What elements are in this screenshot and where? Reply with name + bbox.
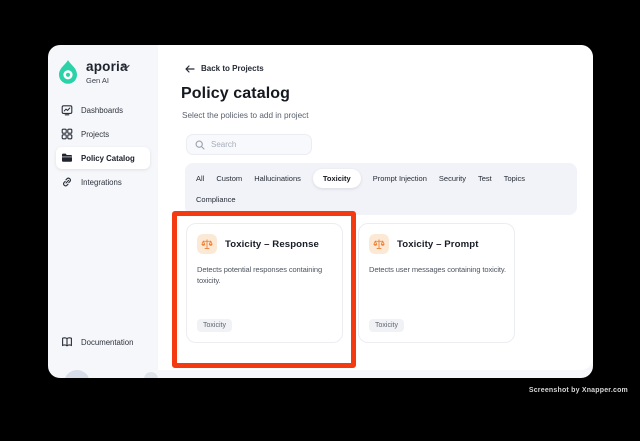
policy-card-toxicity-prompt[interactable]: Toxicity – Prompt Detects user messages … xyxy=(358,223,515,343)
card-title: Toxicity – Response xyxy=(225,238,319,250)
card-tag-badge: Toxicity xyxy=(369,319,404,332)
card-tag-badge: Toxicity xyxy=(197,319,232,332)
tab-topics[interactable]: Topics xyxy=(504,169,525,188)
avatar[interactable] xyxy=(64,370,90,378)
workspace-name: Gen AI xyxy=(86,76,109,85)
tab-test[interactable]: Test xyxy=(478,169,492,188)
sidebar-nav: Dashboards Projects Policy Catalog Integ… xyxy=(48,99,158,195)
aporia-logo-icon xyxy=(59,60,77,84)
back-link-label: Back to Projects xyxy=(201,64,264,73)
page-title: Policy catalog xyxy=(181,85,290,102)
tab-compliance[interactable]: Compliance xyxy=(196,190,236,209)
workspace-switcher[interactable]: aporia Gen AI xyxy=(58,59,128,85)
page-subtitle: Select the policies to add in project xyxy=(182,111,309,120)
search-icon xyxy=(195,140,205,150)
tab-all[interactable]: All xyxy=(196,169,204,188)
policy-card-toxicity-response[interactable]: Toxicity – Response Detects potential re… xyxy=(186,223,343,343)
sidebar-item-label: Documentation xyxy=(81,337,134,347)
sidebar-collapse-button[interactable] xyxy=(144,372,158,378)
grid-icon xyxy=(61,128,73,140)
screenshot-canvas: aporia Gen AI Dashboards Projects Policy… xyxy=(0,0,640,441)
card-title: Toxicity – Prompt xyxy=(397,238,479,250)
sidebar-item-label: Dashboards xyxy=(81,105,124,115)
app-window: aporia Gen AI Dashboards Projects Policy… xyxy=(48,45,593,378)
card-description: Detects user messages containing toxicit… xyxy=(369,265,506,274)
book-icon xyxy=(61,336,73,348)
tab-security[interactable]: Security xyxy=(439,169,466,188)
policy-cards: Toxicity – Response Detects potential re… xyxy=(186,223,515,343)
tab-prompt-injection[interactable]: Prompt Injection xyxy=(373,169,427,188)
search-input[interactable] xyxy=(211,140,301,149)
scales-icon xyxy=(197,234,217,254)
chevron-down-icon[interactable] xyxy=(122,64,130,70)
sidebar-item-label: Projects xyxy=(81,129,110,139)
sidebar-item-policy-catalog[interactable]: Policy Catalog xyxy=(56,147,150,169)
link-icon xyxy=(61,176,73,188)
tab-toxicity[interactable]: Toxicity xyxy=(312,169,361,188)
sidebar-item-integrations[interactable]: Integrations xyxy=(56,171,150,193)
back-to-projects-link[interactable]: Back to Projects xyxy=(185,64,264,73)
main-content: Back to Projects Policy catalog Select t… xyxy=(158,45,593,370)
scales-icon xyxy=(369,234,389,254)
sidebar-item-label: Policy Catalog xyxy=(81,153,135,163)
arrow-left-icon xyxy=(185,64,195,73)
sidebar-item-dashboards[interactable]: Dashboards xyxy=(56,99,150,121)
sidebar-item-documentation[interactable]: Documentation xyxy=(56,332,150,352)
filter-tabs: All Custom Hallucinations Toxicity Promp… xyxy=(185,163,577,215)
dashboard-icon xyxy=(61,104,73,116)
sidebar-item-projects[interactable]: Projects xyxy=(56,123,150,145)
tab-custom[interactable]: Custom xyxy=(216,169,242,188)
sidebar: aporia Gen AI Dashboards Projects Policy… xyxy=(48,45,158,378)
search-box[interactable] xyxy=(186,134,312,155)
sidebar-item-label: Integrations xyxy=(81,177,122,187)
folder-icon xyxy=(61,152,73,164)
card-description: Detects potential responses containing t… xyxy=(197,265,323,286)
tab-hallucinations[interactable]: Hallucinations xyxy=(254,169,301,188)
xnapper-watermark: Screenshot by Xnapper.com xyxy=(528,387,628,394)
